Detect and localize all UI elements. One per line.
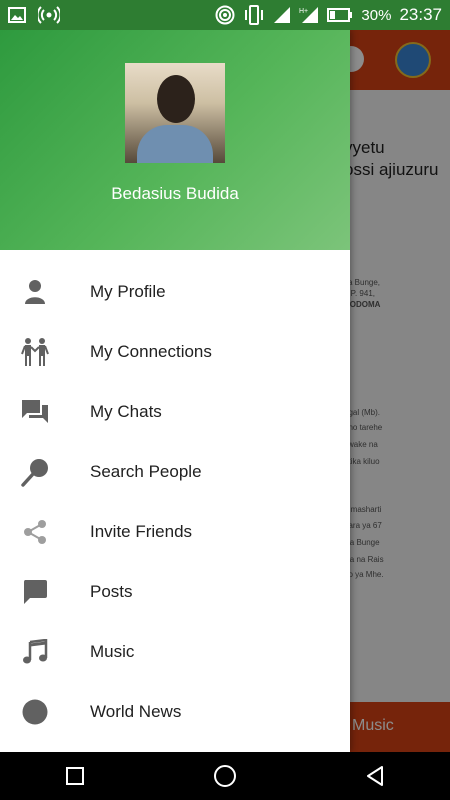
- menu-item-label: World News: [90, 702, 182, 721]
- search-icon: [20, 457, 50, 487]
- home-icon: [214, 765, 236, 787]
- broadcast-icon: [38, 6, 60, 24]
- menu-item-label: My Chats: [90, 402, 162, 421]
- back-icon: [367, 766, 383, 786]
- menu-item-my-connections[interactable]: My Connections: [0, 322, 350, 382]
- recents-icon: [66, 767, 84, 785]
- vibrate-icon: [243, 5, 265, 25]
- chat-icon: [20, 397, 50, 427]
- avatar[interactable]: [125, 63, 225, 163]
- menu-item-invite-friends[interactable]: Invite Friends: [0, 502, 350, 562]
- back-button[interactable]: [355, 756, 395, 796]
- signal-icon: [273, 6, 291, 24]
- music-icon: [20, 637, 50, 667]
- menu-item-label: Music: [90, 642, 135, 661]
- menu-item-posts[interactable]: Posts: [0, 562, 350, 622]
- battery-icon: [327, 8, 353, 22]
- menu-item-label: Invite Friends: [90, 522, 193, 541]
- svg-text:H+: H+: [299, 8, 308, 15]
- hotspot-icon: [215, 5, 235, 25]
- share-icon: [20, 517, 50, 547]
- status-bar: H+ 30% 23:37: [0, 0, 450, 30]
- menu-item-my-chats[interactable]: My Chats: [0, 382, 350, 442]
- person-icon: [20, 277, 50, 307]
- drawer-menu: My Profile My Connections My Chats Searc…: [0, 262, 350, 742]
- battery-percent: 30%: [361, 6, 392, 24]
- home-button[interactable]: [205, 756, 245, 796]
- signal-h-icon: H+: [299, 6, 319, 24]
- people-icon: [20, 337, 50, 367]
- avatar-body: [137, 125, 213, 163]
- navigation-drawer: Bedasius Budida My Profile My Connection…: [0, 30, 350, 752]
- image-icon: [8, 7, 26, 23]
- menu-item-label: My Connections: [90, 342, 212, 361]
- drawer-header: Bedasius Budida: [0, 30, 350, 250]
- post-icon: [20, 577, 50, 607]
- menu-item-music[interactable]: Music: [0, 622, 350, 682]
- user-name: Bedasius Budida: [111, 184, 239, 203]
- menu-item-label: Search People: [90, 462, 202, 481]
- navigation-bar: [0, 752, 450, 800]
- menu-item-world-news[interactable]: World News: [0, 682, 350, 742]
- menu-item-label: Posts: [90, 582, 133, 601]
- clock: 23:37: [399, 5, 442, 24]
- recents-button[interactable]: [55, 756, 95, 796]
- globe-icon: [20, 697, 50, 727]
- menu-item-my-profile[interactable]: My Profile: [0, 262, 350, 322]
- menu-item-label: My Profile: [90, 282, 166, 301]
- avatar-head: [157, 75, 195, 123]
- menu-item-search-people[interactable]: Search People: [0, 442, 350, 502]
